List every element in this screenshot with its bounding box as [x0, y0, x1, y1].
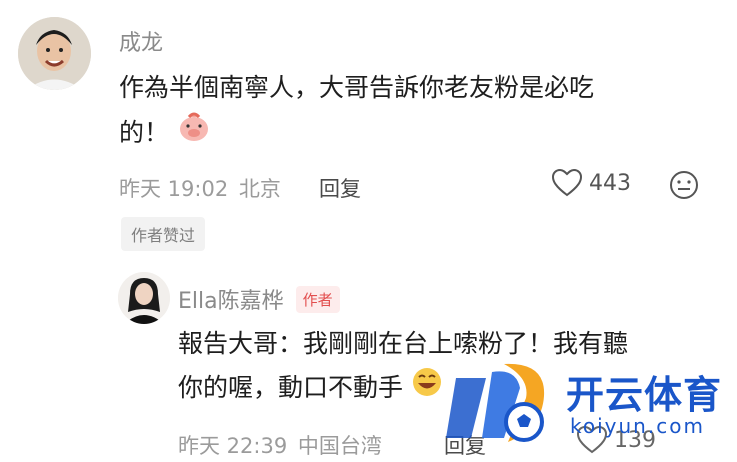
- comment-text-line2-text: 的！: [119, 118, 170, 147]
- soccer-ball-logo-icon: [446, 363, 545, 442]
- comment-reply-button[interactable]: 回复: [319, 173, 361, 203]
- reply-text-line2-text: 你的喔，動口不動手: [178, 373, 404, 402]
- pig-face-emoji-icon: [177, 110, 211, 158]
- avatar-chenglong[interactable]: [18, 17, 91, 90]
- comment-text-line2: 的！: [119, 110, 211, 158]
- reply-location: 中国台湾: [297, 434, 382, 458]
- comment-like-button[interactable]: 443: [551, 168, 631, 198]
- author-badge: 作者: [295, 285, 340, 313]
- comment-meta: 昨天 19:02 北京: [119, 173, 281, 203]
- author-liked-badge: 作者赞过: [121, 217, 206, 251]
- brand-name-cn: 开云体育: [566, 373, 723, 417]
- smiley-icon: [670, 171, 698, 199]
- avatar-ella[interactable]: [118, 272, 170, 324]
- comment-like-count: 443: [589, 170, 631, 196]
- comment-username[interactable]: 成龙: [119, 25, 163, 57]
- reply-text-line2: 你的喔，動口不動手: [178, 366, 443, 412]
- grinning-emoji-icon: [411, 366, 443, 412]
- heart-icon: [551, 168, 583, 197]
- brand-watermark: 开云体育 koiyun.com: [446, 358, 732, 448]
- comment-time: 昨天 19:02: [119, 177, 229, 201]
- person-avatar-icon: [18, 17, 91, 90]
- reply-time: 昨天 22:39: [178, 434, 288, 458]
- comment-location: 北京: [238, 177, 281, 201]
- person-avatar-icon: [118, 272, 170, 324]
- reply-username[interactable]: Ella陈嘉桦: [178, 283, 284, 315]
- reply-header: Ella陈嘉桦 作者: [178, 283, 340, 315]
- comment-emoji-react-button[interactable]: [668, 169, 700, 205]
- reply-meta: 昨天 22:39 中国台湾: [178, 430, 382, 460]
- brand-url: koiyun.com: [570, 414, 705, 438]
- comment-text-line1: 作為半個南寧人，大哥告訴你老友粉是必吃: [119, 73, 595, 102]
